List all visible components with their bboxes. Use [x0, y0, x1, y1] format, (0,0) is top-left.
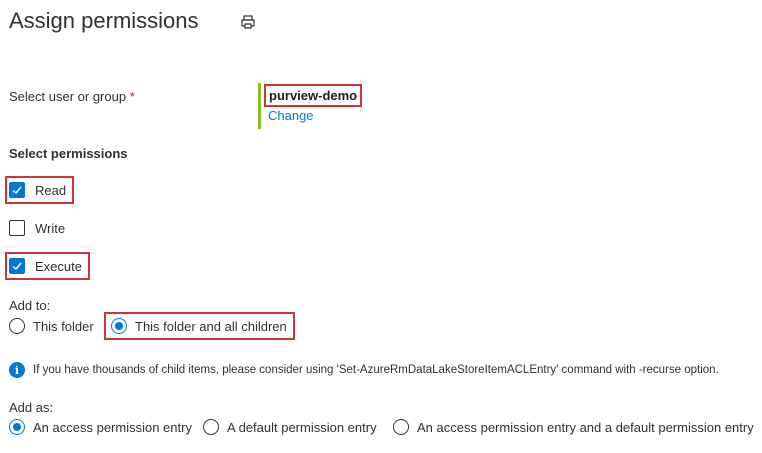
this-folder-label: This folder — [33, 318, 94, 334]
both-entries-radio[interactable] — [393, 419, 409, 435]
folder-and-children-label: This folder and all children — [135, 318, 287, 334]
access-entry-radio[interactable] — [9, 419, 25, 435]
permission-read[interactable]: Read — [5, 176, 75, 204]
required-marker: * — [129, 89, 135, 104]
recurse-info-message: i If you have thousands of child items, … — [9, 362, 719, 378]
both-entries-label: An access permission entry and a default… — [417, 419, 754, 435]
user-accent-bar — [258, 83, 261, 129]
add-to-folder-and-children[interactable]: This folder and all children — [104, 312, 295, 340]
read-checkbox[interactable] — [9, 182, 25, 198]
write-label: Write — [35, 220, 66, 236]
select-permissions-title: Select permissions — [9, 146, 128, 161]
this-folder-radio[interactable] — [9, 318, 25, 334]
permission-write[interactable]: Write — [9, 220, 65, 236]
print-icon[interactable] — [240, 14, 256, 30]
page-title: Assign permissions — [9, 8, 199, 33]
execute-checkbox[interactable] — [9, 258, 25, 274]
add-as-default-entry[interactable]: A default permission entry — [203, 419, 377, 435]
select-user-label-text: Select user or group — [9, 89, 127, 104]
access-entry-label: An access permission entry — [33, 419, 192, 435]
info-text: If you have thousands of child items, pl… — [33, 364, 719, 376]
write-checkbox[interactable] — [9, 220, 25, 236]
folder-and-children-radio[interactable] — [111, 318, 127, 334]
info-icon: i — [9, 362, 25, 378]
add-to-this-folder[interactable]: This folder — [9, 318, 94, 334]
execute-label: Execute — [35, 258, 82, 274]
read-label: Read — [35, 182, 67, 198]
add-as-label: Add as: — [9, 400, 54, 415]
default-entry-radio[interactable] — [203, 419, 219, 435]
add-to-label: Add to: — [9, 298, 51, 313]
selected-user-name: purview-demo — [264, 84, 363, 107]
add-as-access-entry[interactable]: An access permission entry — [9, 419, 192, 435]
default-entry-label: A default permission entry — [227, 419, 377, 435]
change-user-link[interactable]: Change — [268, 108, 314, 123]
add-as-both-entries[interactable]: An access permission entry and a default… — [393, 419, 754, 435]
select-user-label: Select user or group * — [9, 89, 135, 104]
permission-execute[interactable]: Execute — [5, 252, 90, 280]
